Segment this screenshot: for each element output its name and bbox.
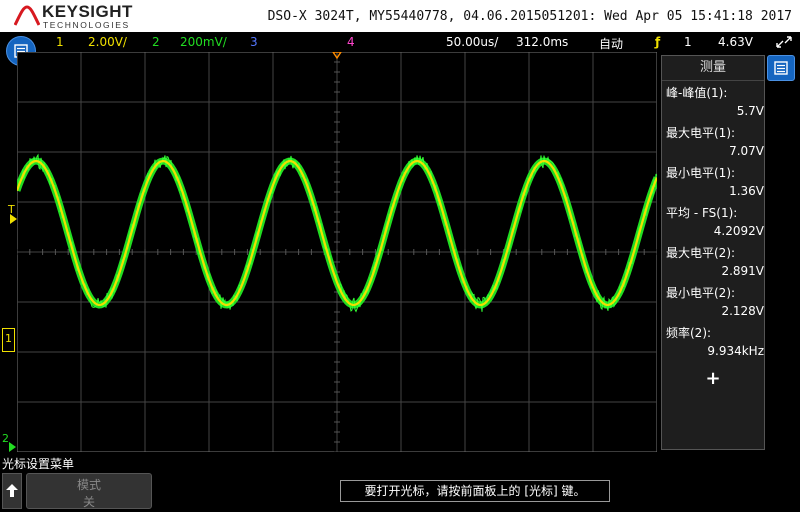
- timebase-scale[interactable]: 50.00us/: [446, 35, 498, 49]
- softkey-value: 关: [82, 495, 95, 509]
- status-bar: 1 2.00V/ 2 200mV/ 3 4 50.00us/ 312.0ms 自…: [0, 32, 800, 52]
- up-arrow-icon: [6, 484, 18, 497]
- back-button[interactable]: [2, 473, 22, 509]
- title-bar: KEYSIGHT TECHNOLOGIES DSO-X 3024T, MY554…: [0, 0, 800, 32]
- trigger-edge-icon: ƒ: [655, 35, 661, 49]
- trigger-arrow-icon: [10, 214, 17, 224]
- resize-arrows-icon[interactable]: [774, 34, 794, 50]
- brand-subtitle: TECHNOLOGIES: [43, 20, 130, 30]
- keysight-logo-icon: [14, 5, 40, 26]
- ch2-arrow-icon: [9, 442, 16, 452]
- graticule: [13, 51, 661, 453]
- ch2-ground-marker[interactable]: 2: [2, 432, 9, 445]
- add-measurement-button[interactable]: +: [662, 368, 764, 389]
- ch1-number[interactable]: 1: [56, 35, 64, 49]
- trigger-mode[interactable]: 自动: [599, 35, 623, 52]
- brand-name: KEYSIGHT: [42, 2, 133, 21]
- softkey-label: 模式: [76, 478, 101, 492]
- ch3-number[interactable]: 3: [250, 35, 258, 49]
- cursor-hint-message: 要打开光标，请按前面板上的 [光标] 键。: [340, 480, 610, 502]
- softkey-menu-title: 光标设置菜单: [2, 457, 75, 471]
- trigger-level[interactable]: 4.63V: [718, 35, 753, 49]
- ch2-number[interactable]: 2: [152, 35, 160, 49]
- list-icon: [774, 61, 788, 75]
- trigger-source[interactable]: 1: [684, 35, 692, 49]
- panel-title: 测量: [662, 56, 764, 81]
- ch1-scale[interactable]: 2.00V/: [88, 35, 127, 49]
- panel-menu-button[interactable]: [767, 55, 795, 81]
- timebase-delay[interactable]: 312.0ms: [516, 35, 568, 49]
- ch4-number[interactable]: 4: [347, 35, 355, 49]
- instrument-title: DSO-X 3024T, MY55440778, 04.06.201505120…: [267, 9, 792, 24]
- waveform-display[interactable]: [13, 51, 661, 453]
- ch1-ground-marker[interactable]: 1: [2, 328, 15, 352]
- mode-softkey[interactable]: 模式 关: [26, 473, 152, 509]
- measurement-panel: 测量 峰-峰值(1): 5.7V 最大电平(1): 7.07V 最小电平(1):…: [661, 55, 765, 450]
- ch2-scale[interactable]: 200mV/: [180, 35, 227, 49]
